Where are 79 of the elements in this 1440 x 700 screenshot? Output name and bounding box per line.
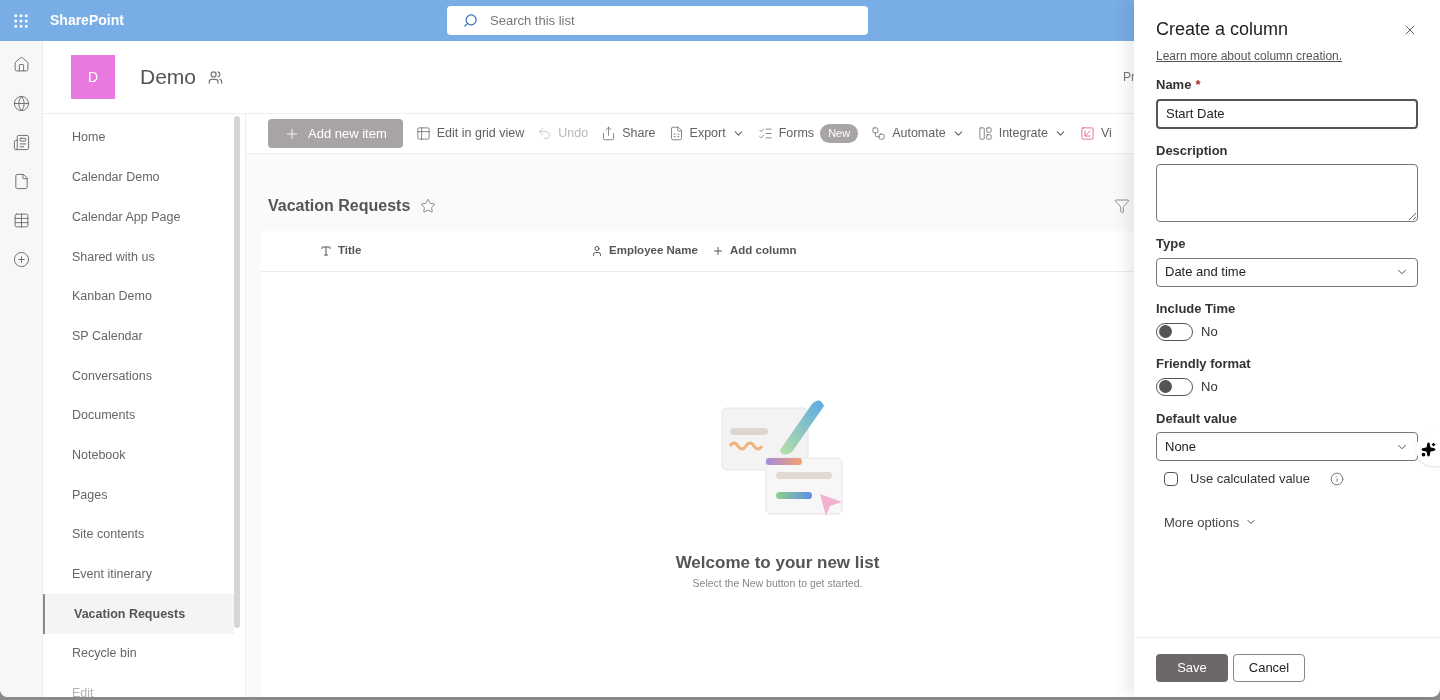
save-button[interactable]: Save — [1156, 653, 1228, 682]
dropdown-field[interactable]: Date and time — [1156, 257, 1418, 287]
form-icon — [757, 126, 773, 141]
toggle-state-text: No — [1201, 323, 1218, 341]
nav-item[interactable]: Calendar App Page — [43, 197, 234, 238]
name-input-field[interactable]: Start Date — [1156, 98, 1418, 129]
plus-icon — [712, 245, 724, 257]
learn-more-link[interactable]: Learn more about column creation. — [1156, 47, 1418, 65]
list-icon[interactable] — [12, 212, 30, 229]
nav-item[interactable]: Notebook — [43, 435, 234, 476]
favorite-star-icon[interactable] — [420, 198, 437, 214]
globe-icon[interactable] — [12, 95, 30, 112]
arrow-box-icon — [1080, 126, 1095, 141]
add-circle-icon[interactable] — [12, 251, 30, 268]
list-title: Vacation Requests — [268, 196, 411, 216]
empty-state-subtext: Select the New button to get started. — [692, 575, 863, 591]
home-icon[interactable] — [12, 56, 30, 73]
site-logo: D — [71, 55, 115, 99]
empty-state-heading: Welcome to your new list — [675, 552, 880, 574]
file-icon[interactable] — [12, 173, 30, 190]
app-launcher-icon[interactable] — [12, 11, 30, 30]
cancel-button[interactable]: Cancel — [1233, 653, 1305, 682]
toolbar-button[interactable]: Export — [668, 124, 745, 143]
toggle-state-text: No — [1201, 378, 1218, 396]
toolbar-button[interactable]: Automate — [871, 124, 965, 143]
toolbar-button[interactable]: Integrate — [977, 124, 1067, 143]
new-badge: New — [820, 124, 859, 143]
nav-item[interactable]: Event itinerary — [43, 554, 234, 595]
field-label: Type — [1156, 235, 1187, 253]
field-label: Name * — [1156, 76, 1202, 94]
info-icon — [1329, 471, 1344, 486]
scrollbar[interactable] — [234, 116, 240, 628]
nav-item[interactable]: SP Calendar — [43, 316, 234, 357]
nav-item[interactable]: Kanban Demo — [43, 276, 234, 317]
toolbar-button[interactable]: Vi — [1080, 124, 1112, 143]
nav-item[interactable]: Calendar Demo — [43, 157, 234, 198]
field-label: Default value — [1156, 409, 1238, 428]
toolbar-button[interactable]: Forms — [757, 124, 815, 143]
flow-icon — [871, 126, 887, 141]
toolbar-button[interactable]: Edit in grid view — [415, 124, 525, 143]
toggle-switch[interactable] — [1156, 322, 1193, 341]
checkbox-label: Use calculated value — [1190, 470, 1310, 488]
spreadsheet-icon — [668, 126, 684, 141]
teams-icon — [208, 69, 224, 85]
news-icon[interactable] — [12, 134, 30, 151]
panel-icon — [977, 126, 993, 141]
dropdown-field[interactable]: None — [1156, 432, 1418, 461]
nav-item[interactable]: Recycle bin — [43, 633, 234, 674]
grid-icon — [415, 126, 431, 141]
ai-assist-button[interactable] — [1416, 432, 1440, 466]
nav-item[interactable]: Site contents — [43, 514, 234, 555]
field-label: Friendly format — [1156, 354, 1252, 373]
more-options-button[interactable]: More options — [1164, 512, 1258, 532]
toggle-switch[interactable] — [1156, 377, 1193, 396]
field-label: Description — [1156, 141, 1229, 160]
share-icon — [601, 126, 617, 141]
column-header[interactable]: Add column — [712, 242, 797, 260]
undo-icon — [537, 126, 553, 141]
search-field[interactable]: Search this list — [447, 6, 868, 35]
person-icon — [591, 245, 603, 257]
site-title: Demo — [140, 64, 197, 91]
search-icon — [463, 13, 478, 28]
nav-item[interactable]: Vacation Requests — [43, 594, 234, 634]
column-header[interactable]: Employee Name — [591, 242, 712, 260]
toolbar-button[interactable]: Share — [601, 124, 656, 143]
nav-item[interactable]: Conversations — [43, 356, 234, 396]
nav-item[interactable]: Home — [43, 118, 234, 158]
description-text-area[interactable] — [1156, 164, 1418, 222]
nav-item[interactable]: Pages — [43, 475, 234, 515]
nav-item[interactable]: Shared with us — [43, 237, 234, 277]
sparkle-icon — [1420, 441, 1436, 457]
nav-item[interactable]: Documents — [43, 395, 234, 436]
column-header[interactable]: Title — [320, 242, 591, 260]
text-type-icon — [320, 245, 332, 257]
panel-title: Create a column — [1156, 18, 1289, 41]
filter-icon[interactable] — [1114, 198, 1130, 214]
header-text: Pr — [1123, 69, 1134, 86]
field-label: Include Time — [1156, 299, 1237, 318]
checkbox[interactable] — [1164, 471, 1178, 486]
